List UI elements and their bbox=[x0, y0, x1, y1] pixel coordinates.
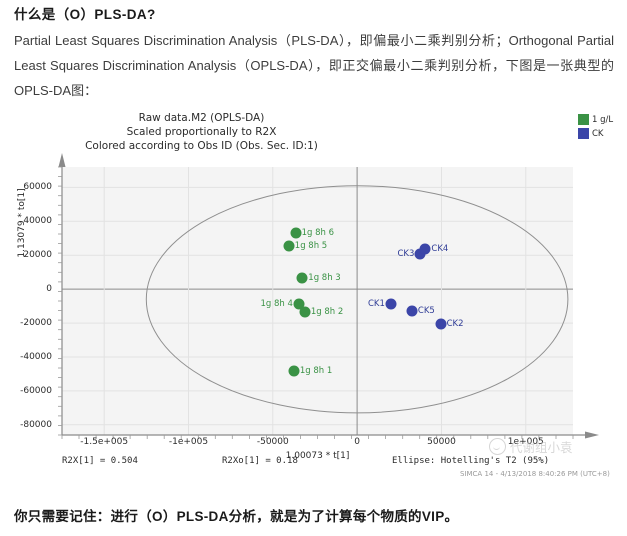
y-tick-label: 20000 bbox=[23, 250, 52, 261]
legend-color-swatch-blue bbox=[578, 128, 589, 139]
stat-ellipse-note: Ellipse: Hotelling's T2 (95%) bbox=[392, 456, 550, 466]
y-tick-label: 0 bbox=[46, 284, 52, 295]
y-tick-label: -40000 bbox=[20, 352, 52, 362]
data-point[interactable] bbox=[283, 240, 295, 252]
data-point-label: CK1 bbox=[367, 299, 385, 310]
legend-label-1g-per-l: 1 g/L bbox=[592, 114, 614, 125]
opls-da-scatter-chart: Raw data.M2 (OPLS-DA) Scaled proportiona… bbox=[0, 110, 627, 485]
y-tick-label: -80000 bbox=[20, 419, 52, 430]
data-point[interactable] bbox=[385, 298, 397, 310]
y-tick-label: -60000 bbox=[20, 385, 52, 396]
x-tick-label: -1e+005 bbox=[168, 437, 209, 447]
data-point[interactable] bbox=[435, 318, 447, 330]
y-axis-title: 1.13079 * to[1] bbox=[17, 188, 27, 258]
chart-title-line-1: Raw data.M2 (OPLS-DA) bbox=[138, 112, 265, 124]
data-point[interactable] bbox=[419, 243, 431, 255]
watermark: 代谢组小袁 bbox=[489, 437, 573, 456]
x-tick-label: 0 bbox=[354, 437, 360, 447]
legend-item-1g-per-l[interactable]: 1 g/L bbox=[578, 113, 624, 126]
y-axis-ticks: 60000 40000 20000 0 -20000 -40000 -60000 -80000 bbox=[0, 167, 58, 435]
x-tick-label: 50000 bbox=[427, 437, 456, 447]
chart-title-line-2: Scaled proportionally to R2X bbox=[126, 126, 277, 138]
stat-r2xo: R2Xo[1] = 0.18 bbox=[222, 456, 298, 466]
data-point[interactable] bbox=[406, 305, 418, 317]
data-point-label: 1g 8h 2 bbox=[310, 307, 344, 317]
data-point[interactable] bbox=[288, 365, 300, 376]
data-point-label: CK5 bbox=[417, 306, 435, 317]
data-point-label: 1g 8h 4 bbox=[260, 298, 293, 309]
plot-area[interactable]: 1g 8h 6 1g 8h 5 1g 8h 3 1g 8h 4 1g 8h 2 1g 8h… bbox=[58, 153, 599, 439]
data-point[interactable] bbox=[296, 272, 308, 284]
data-point-label: CK4 bbox=[431, 244, 449, 255]
y-tick-label: 60000 bbox=[23, 182, 52, 193]
watermark-text: 代谢组小袁 bbox=[510, 440, 573, 455]
y-tick-label: -20000 bbox=[20, 318, 52, 329]
data-point-label: 1g 8h 6 bbox=[301, 228, 335, 239]
y-tick-label: 40000 bbox=[23, 216, 52, 227]
chart-title-line-3: Colored according to Obs ID (Obs. Sec. I… bbox=[85, 140, 318, 152]
article-paragraph: Partial Least Squares Discrimination Ana… bbox=[14, 33, 614, 98]
simca-timestamp: SIMCA 14 - 4/13/2018 8:40:26 PM (UTC+8) bbox=[460, 470, 610, 478]
data-point-label: 1g 8h 1 bbox=[299, 365, 333, 376]
data-point[interactable] bbox=[299, 306, 311, 318]
chart-legend: 1 g/L CK bbox=[578, 113, 624, 141]
data-point-label: 1g 8h 5 bbox=[294, 240, 328, 251]
page-title: 什么是（O）PLS-DA? bbox=[14, 7, 156, 22]
data-point-label: CK2 bbox=[446, 318, 464, 329]
data-point-label: 1g 8h 3 bbox=[308, 272, 341, 283]
article-footer-note: 你只需要记住：进行（O）PLS-DA分析，就是为了计算每个物质的VIP。 bbox=[14, 509, 459, 524]
stat-r2x: R2X[1] = 0.504 bbox=[62, 456, 138, 466]
plot-svg bbox=[62, 167, 573, 435]
data-point-label: CK3 bbox=[397, 248, 415, 259]
legend-label-ck: CK bbox=[592, 128, 604, 139]
x-tick-label: -1.5e+005 bbox=[80, 437, 129, 447]
legend-color-swatch-green bbox=[578, 114, 589, 125]
data-point[interactable] bbox=[290, 227, 302, 239]
legend-item-ck[interactable]: CK bbox=[578, 127, 624, 140]
x-tick-label: -50000 bbox=[256, 437, 289, 447]
circle-smile-icon bbox=[489, 438, 506, 455]
